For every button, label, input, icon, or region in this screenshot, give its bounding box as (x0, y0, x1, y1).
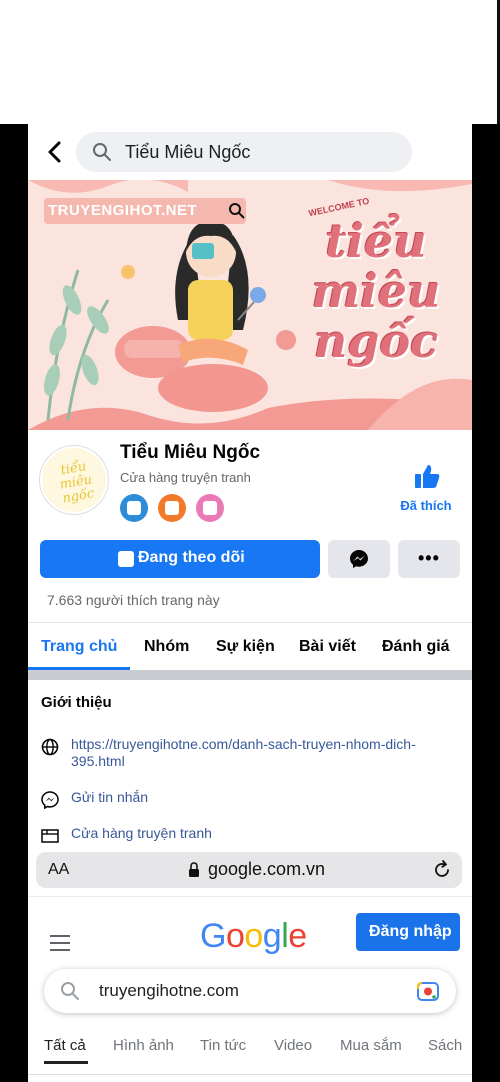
more-options-button[interactable]: ••• (398, 540, 460, 578)
search-icon (61, 982, 79, 1000)
gtab-news[interactable]: Tin tức (200, 1037, 246, 1054)
gtab-all[interactable]: Tất cả (44, 1037, 86, 1054)
badge-icon[interactable] (158, 494, 186, 522)
right-black-border (472, 124, 500, 1082)
search-bar[interactable]: Tiểu Miêu Ngốc (76, 132, 412, 172)
messenger-outline-icon (41, 791, 59, 809)
tab-events[interactable]: Sự kiện (216, 638, 275, 656)
thumbs-up-icon (415, 465, 440, 488)
page-category: Cửa hàng truyện tranh (120, 470, 251, 485)
sign-in-label: Đăng nhập (369, 923, 452, 940)
lock-icon (189, 862, 199, 877)
google-lens-icon[interactable] (416, 980, 440, 1002)
liked-label: Đã thích (400, 498, 452, 513)
badge-icon[interactable] (120, 494, 148, 522)
site-badge-text: TRUYENGIHOT.NET (48, 202, 198, 219)
google-query: truyengihotne.com (99, 981, 239, 1000)
gtab-images[interactable]: Hình ảnh (113, 1037, 174, 1054)
google-search-box[interactable]: truyengihotne.com (44, 969, 456, 1013)
gtabs-divider (28, 1074, 472, 1075)
search-icon (93, 143, 111, 161)
tab-reviews[interactable]: Đánh giá (382, 638, 450, 656)
left-black-border (0, 124, 28, 1082)
badge-icon[interactable] (196, 494, 224, 522)
more-icon: ••• (418, 548, 440, 568)
google-tabs: Tất cả Hình ảnh Tin tức Video Mua sắm Sá… (28, 1025, 472, 1082)
tab-groups[interactable]: Nhóm (144, 638, 189, 656)
page-tabs: Trang chủ Nhóm Sự kiện Bài viết Đánh giá (28, 624, 472, 670)
tab-posts[interactable]: Bài viết (299, 638, 356, 656)
cover-photo[interactable]: TRUYENGIHOT.NET WELCOME TO tiểu miêu ngố… (28, 180, 472, 430)
phone-screen: Tiểu Miêu Ngốc TRUYENGIHOT.NET WELCOME T… (28, 124, 472, 1082)
reload-icon[interactable] (432, 860, 452, 880)
send-message-link[interactable]: Gửi tin nhắn (71, 789, 451, 806)
avatar-logo-text: tiểu miêu ngốc (58, 459, 96, 507)
liked-button[interactable]: Đã thích (396, 462, 454, 518)
facebook-header: Tiểu Miêu Ngốc (28, 124, 472, 180)
browser-address-bar[interactable]: AA google.com.vn (36, 852, 462, 888)
google-logo[interactable]: Google (200, 917, 307, 956)
following-label: Đang theo dõi (138, 549, 245, 566)
website-link[interactable]: https://truyengihotne.com/danh-sach-truy… (71, 736, 451, 770)
site-badge: TRUYENGIHOT.NET (44, 198, 246, 224)
menu-icon[interactable] (50, 935, 70, 951)
following-button[interactable]: Đang theo dõi (40, 540, 320, 578)
active-gtab-indicator (44, 1061, 88, 1064)
globe-icon (41, 738, 59, 756)
gtab-shopping[interactable]: Mua sắm (340, 1037, 402, 1054)
storefront-icon (41, 829, 59, 843)
divider (28, 622, 472, 623)
intro-title: Giới thiệu (41, 694, 112, 711)
chevron-left-icon (48, 141, 61, 163)
messenger-icon (350, 550, 368, 568)
checkbox-icon (118, 551, 134, 567)
text-size-button[interactable]: AA (48, 861, 69, 879)
cover-title: tiểu miêu ngốc (311, 214, 441, 368)
section-separator (28, 670, 472, 680)
google-page: Google Đăng nhập truyengihotne.com Tất c… (28, 896, 472, 1082)
gtab-video[interactable]: Video (274, 1037, 312, 1054)
page-name: Tiểu Miêu Ngốc (120, 442, 261, 463)
top-blank-area (0, 0, 500, 124)
avatar[interactable]: tiểu miêu ngốc (40, 446, 108, 514)
gtab-books[interactable]: Sách (428, 1037, 462, 1054)
address-domain: google.com.vn (208, 859, 326, 879)
magnifier-icon (229, 203, 245, 219)
search-query: Tiểu Miêu Ngốc (125, 142, 251, 162)
tab-home[interactable]: Trang chủ (41, 638, 117, 656)
likes-count: 7.663 người thích trang này (47, 592, 220, 608)
back-button[interactable] (42, 138, 68, 166)
category-link[interactable]: Cửa hàng truyện tranh (71, 825, 451, 842)
messenger-button[interactable] (328, 540, 390, 578)
sign-in-button[interactable]: Đăng nhập (356, 913, 460, 951)
